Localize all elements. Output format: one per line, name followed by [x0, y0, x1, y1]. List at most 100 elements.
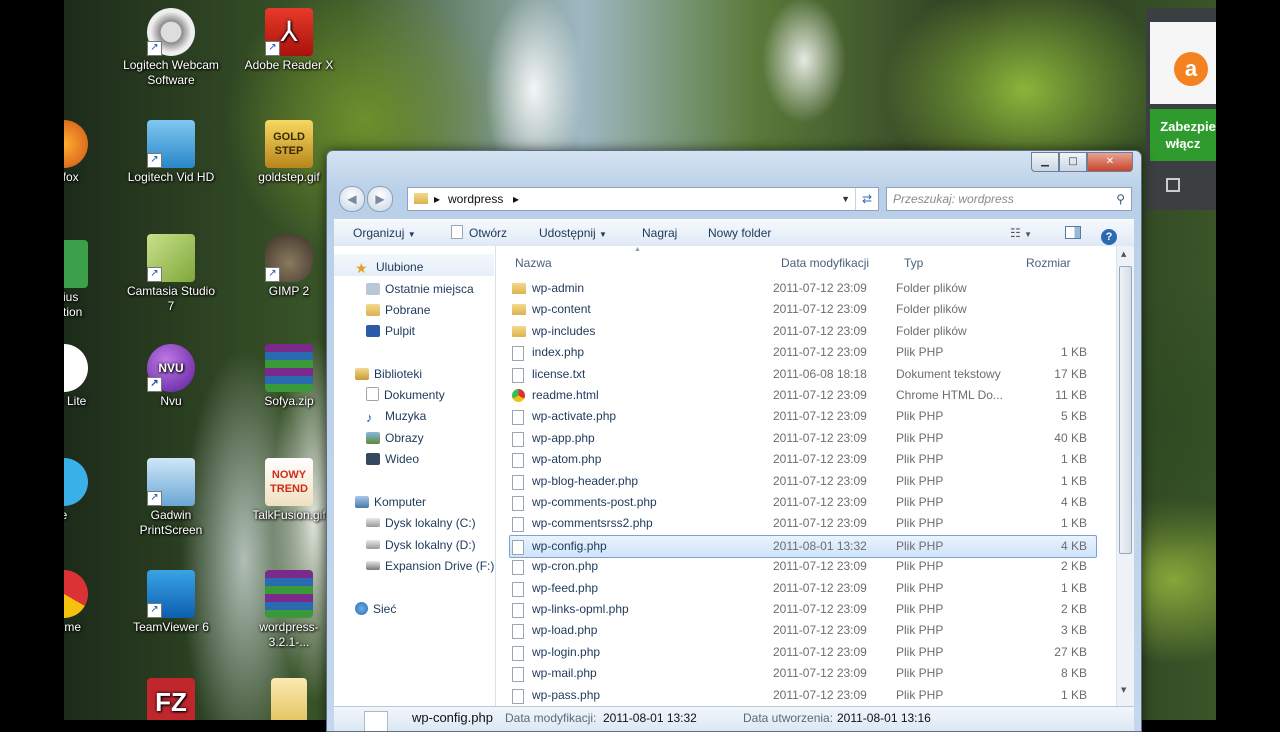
column-header-date[interactable]: Data modyfikacji — [781, 254, 869, 272]
breadcrumb-wordpress[interactable]: wordpress — [448, 188, 503, 210]
desktop-icon-camtasia[interactable]: ↗ Camtasia Studio 7 — [123, 234, 219, 314]
winrar-archive-icon — [265, 570, 313, 618]
file-row[interactable]: wp-includes 2011-07-12 23:09 Folder plików — [510, 321, 1096, 342]
search-icon[interactable]: ⚲ — [1116, 188, 1125, 210]
file-row[interactable]: wp-cron.php 2011-07-12 23:09 Plik PHP 2 KB — [510, 556, 1096, 577]
scroll-up-icon[interactable]: ▲ — [1121, 250, 1126, 258]
avast-status-button[interactable]: Zabezpie włącz — [1150, 109, 1216, 161]
nav-desktop[interactable]: Pulpit — [366, 322, 415, 340]
nav-music[interactable]: ♪ Muzyka — [366, 407, 426, 425]
desktop-icon-logitech-webcam[interactable]: ↗ Logitech Webcam Software — [123, 8, 219, 88]
desktop-icon-partial[interactable]: e — [64, 458, 112, 523]
organize-button[interactable]: Organizuj ▼ — [353, 220, 416, 246]
minimize-button[interactable]: ▁ — [1031, 152, 1059, 172]
details-created-value: 2011-08-01 13:16 — [837, 711, 931, 725]
file-row[interactable]: wp-admin 2011-07-12 23:09 Folder plików — [510, 278, 1096, 299]
file-name: wp-mail.php — [532, 666, 597, 681]
desktop-icon-teamviewer[interactable]: ↗ TeamViewer 6 — [123, 570, 219, 635]
expand-icon[interactable] — [1166, 178, 1180, 192]
desktop-icon-talkfusion[interactable]: NOWY TREND TalkFusion.gif — [241, 458, 337, 523]
desktop-icon-logitech-vid[interactable]: ↗ Logitech Vid HD — [123, 120, 219, 185]
vertical-scrollbar[interactable]: ▲ ▼ — [1116, 246, 1134, 706]
desktop-icon-chrome[interactable]: hrome — [64, 570, 112, 635]
refresh-icon[interactable]: ⇄ — [855, 188, 878, 210]
desktop-icon-filezilla[interactable]: FZ — [123, 678, 219, 720]
file-type: Folder plików — [896, 323, 967, 338]
breadcrumb-separator[interactable]: ▸ — [513, 188, 519, 210]
file-row[interactable]: wp-atom.php 2011-07-12 23:09 Plik PHP 1 KB — [510, 449, 1096, 470]
file-row[interactable]: wp-comments-post.php 2011-07-12 23:09 Plik… — [510, 492, 1096, 513]
breadcrumb-separator[interactable]: ▸ — [434, 188, 440, 210]
file-row[interactable]: wp-load.php 2011-07-12 23:09 Plik PHP 3 KB — [510, 620, 1096, 641]
file-row[interactable]: wp-mail.php 2011-07-12 23:09 Plik PHP 8 KB — [510, 663, 1096, 684]
file-row[interactable]: wp-pass.php 2011-07-12 23:09 Plik PHP 1 KB — [510, 685, 1096, 706]
open-button[interactable]: Otwórz — [451, 220, 507, 246]
file-date: 2011-07-12 23:09 — [773, 666, 867, 681]
burn-button[interactable]: Nagraj — [642, 220, 677, 246]
desktop-icon-genius[interactable]: enius Edition — [64, 240, 112, 320]
column-header-type[interactable]: Typ — [904, 254, 923, 272]
file-row[interactable]: readme.html 2011-07-12 23:09 Chrome HTML D… — [510, 385, 1096, 406]
column-header-name[interactable]: Nazwa — [515, 254, 552, 272]
desktop-icon-gadwin[interactable]: ↗ Gadwin PrintScreen — [123, 458, 219, 538]
file-row[interactable]: wp-content 2011-07-12 23:09 Folder plików — [510, 299, 1096, 320]
preview-pane-icon[interactable] — [1065, 220, 1081, 246]
file-type: Plik PHP — [896, 495, 944, 509]
address-dropdown-icon[interactable]: ▼ — [841, 188, 850, 210]
desktop-icon-nvu[interactable]: NVU ↗ Nvu — [123, 344, 219, 409]
nav-recent-places[interactable]: Ostatnie miejsca — [366, 280, 474, 298]
desktop-icon-gimp[interactable]: ↗ GIMP 2 — [241, 234, 337, 299]
letterbox-right — [1216, 0, 1280, 720]
nav-favorites[interactable]: ★ Ulubione — [355, 258, 423, 276]
nav-network[interactable]: Sieć — [355, 600, 396, 618]
desktop-icon-sofya-zip[interactable]: Sofya.zip — [241, 344, 337, 409]
share-button[interactable]: Udostępnij ▼ — [539, 220, 607, 246]
file-row[interactable]: license.txt 2011-06-08 18:18 Dokument teks… — [510, 364, 1096, 385]
nav-expansion-drive[interactable]: Expansion Drive (F:) — [366, 557, 494, 575]
file-row[interactable]: wp-activate.php 2011-07-12 23:09 Plik PHP 5… — [510, 406, 1096, 427]
nav-computer[interactable]: Komputer — [355, 493, 426, 511]
file-icon — [512, 453, 524, 469]
nav-documents[interactable]: Dokumenty — [366, 386, 445, 404]
scrollbar-thumb[interactable] — [1119, 266, 1132, 554]
new-folder-button[interactable]: Nowy folder — [708, 220, 771, 246]
file-size: 27 KB — [1054, 644, 1087, 659]
desktop-icon-folder[interactable] — [241, 678, 337, 720]
help-icon[interactable]: ? — [1101, 220, 1117, 246]
file-row[interactable]: wp-commentsrss2.php 2011-07-12 23:09 Plik … — [510, 513, 1096, 534]
nav-pictures[interactable]: Obrazy — [366, 429, 424, 447]
file-name: wp-commentsrss2.php — [532, 516, 653, 531]
file-row[interactable]: wp-config.php 2011-08-01 13:32 Plik PHP 4 K… — [509, 534, 1097, 558]
column-header-size[interactable]: Rozmiar — [1026, 254, 1071, 272]
view-options-icon[interactable]: ☷ ▼ — [1010, 220, 1032, 246]
file-date: 2011-07-12 23:09 — [773, 644, 867, 659]
desktop-icon-wordpress-zip[interactable]: wordpress-3.2.1-... — [241, 570, 337, 650]
avast-gadget[interactable]: a Zabezpie włącz — [1146, 8, 1216, 210]
desktop-icon-goldstep[interactable]: GOLD STEP goldstep.gif — [241, 120, 337, 185]
file-row[interactable]: wp-blog-header.php 2011-07-12 23:09 Plik P… — [510, 471, 1096, 492]
forward-button[interactable]: ▶ — [367, 186, 393, 212]
file-row[interactable]: wp-login.php 2011-07-12 23:09 Plik PHP 27 K… — [510, 642, 1096, 663]
nav-downloads[interactable]: Pobrane — [366, 301, 430, 319]
nav-disk-d[interactable]: Dysk lokalny (D:) — [366, 536, 476, 554]
desktop-icon-label: e — [64, 508, 112, 523]
address-bar[interactable]: ▸ wordpress ▸ ▼ ⇄ — [407, 187, 879, 211]
file-type: Dokument tekstowy — [896, 366, 1001, 381]
search-input[interactable]: Przeszukaj: wordpress ⚲ — [886, 187, 1132, 211]
nav-libraries[interactable]: Biblioteki — [355, 365, 422, 383]
file-row[interactable]: index.php 2011-07-12 23:09 Plik PHP 1 KB — [510, 342, 1096, 363]
desktop-icon-firefox[interactable]: irefox — [64, 120, 112, 185]
close-button[interactable]: ✕ — [1087, 152, 1133, 172]
file-row[interactable]: wp-links-opml.php 2011-07-12 23:09 Plik PH… — [510, 599, 1096, 620]
desktop-icon-adobe-reader[interactable]: ⅄ ↗ Adobe Reader X — [241, 8, 337, 73]
back-button[interactable]: ◀ — [339, 186, 365, 212]
desktop-icon-tools-lite[interactable]: ools Lite — [64, 344, 112, 409]
file-row[interactable]: wp-app.php 2011-07-12 23:09 Plik PHP 40 KB — [510, 428, 1096, 449]
nav-videos[interactable]: Wideo — [366, 450, 419, 468]
pdf-icon: ⅄ ↗ — [265, 8, 313, 56]
file-size: 8 KB — [1060, 666, 1087, 681]
nav-disk-c[interactable]: Dysk lokalny (C:) — [366, 514, 476, 532]
scroll-down-icon[interactable]: ▼ — [1121, 686, 1126, 694]
file-row[interactable]: wp-feed.php 2011-07-12 23:09 Plik PHP 1 KB — [510, 578, 1096, 599]
maximize-button[interactable]: □ — [1059, 152, 1087, 172]
